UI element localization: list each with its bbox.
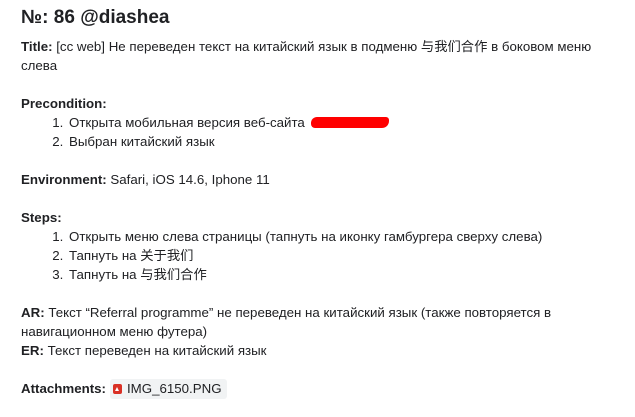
attachments-field: Attachments: IMG_6150.PNG [21, 379, 621, 400]
precondition-label: Precondition: [21, 96, 107, 111]
step-item: Тапнуть на 关于我们 [67, 246, 621, 265]
environment-value: Safari, iOS 14.6, Iphone 11 [106, 172, 270, 187]
er-field: ER: Текст переведен на китайский язык [21, 341, 621, 360]
image-file-icon [112, 384, 122, 395]
attachments-label: Attachments: [21, 381, 106, 396]
ar-value: Текст “Referral programme” не переведен … [21, 305, 552, 339]
attachment-chip[interactable]: IMG_6150.PNG [109, 379, 227, 400]
environment-label: Environment: [21, 172, 107, 187]
bug-report: №: 86 @diashea Title: [cc web] Не переве… [21, 6, 621, 400]
environment-field: Environment: Safari, iOS 14.6, Iphone 11 [21, 170, 621, 189]
redaction-mark [310, 117, 389, 128]
er-label: ER: [21, 343, 44, 358]
steps-list: Открыть меню слева страницы (тапнуть на … [21, 227, 621, 284]
precondition-list: Открыта мобильная версия веб-сайта Выбра… [21, 113, 621, 151]
steps-label: Steps: [21, 210, 62, 225]
step-item: Открыть меню слева страницы (тапнуть на … [67, 227, 621, 246]
precondition-item: Выбран китайский язык [67, 132, 621, 151]
title-field: Title: [cc web] Не переведен текст на ки… [21, 37, 621, 75]
attachment-file-name: IMG_6150.PNG [126, 381, 222, 397]
title-value: [cc web] Не переведен текст на китайский… [21, 39, 592, 73]
precondition-item-text: Выбран китайский язык [69, 134, 215, 149]
ar-field: AR: Текст “Referral programme” не переве… [21, 303, 621, 341]
ar-label: AR: [21, 305, 45, 320]
step-item: Тапнуть на 与我们合作 [67, 265, 621, 284]
report-heading: №: 86 @diashea [21, 7, 170, 28]
precondition-item: Открыта мобильная версия веб-сайта [67, 113, 621, 132]
title-label: Title: [21, 39, 53, 54]
er-value: Текст переведен на китайский язык [43, 343, 267, 358]
steps-heading: Steps: [21, 208, 621, 227]
precondition-heading: Precondition: [21, 94, 621, 113]
precondition-item-text: Открыта мобильная версия веб-сайта [69, 115, 305, 130]
